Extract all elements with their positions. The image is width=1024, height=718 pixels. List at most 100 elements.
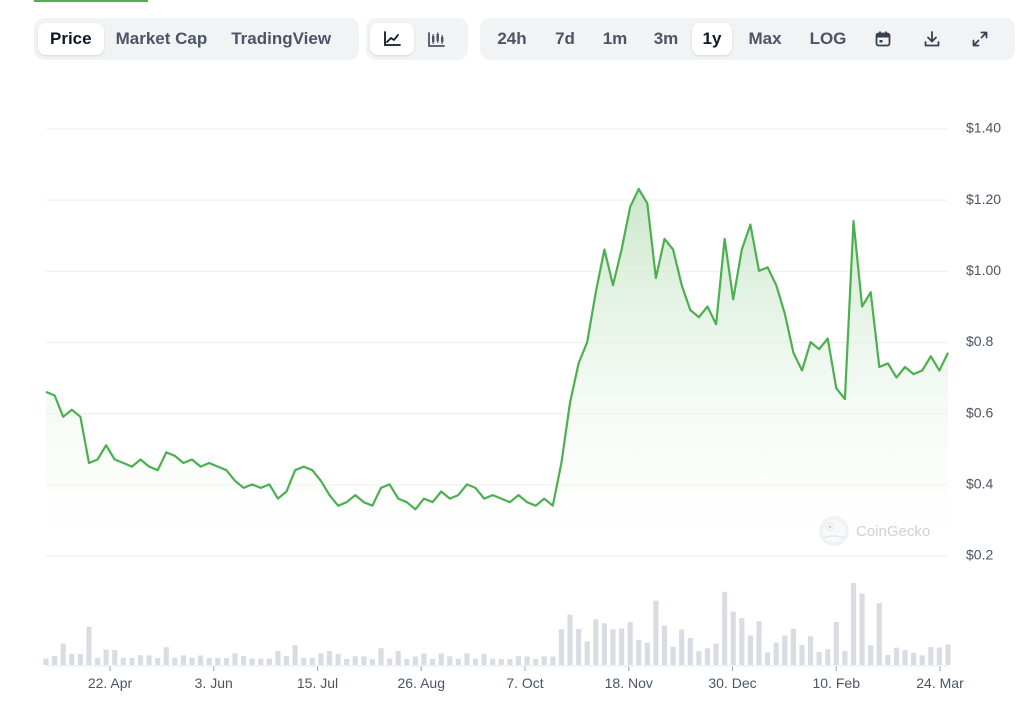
- volume-bar: [765, 652, 771, 665]
- volume-bar: [369, 659, 376, 665]
- volume-bars: [43, 583, 951, 665]
- volume-bar: [481, 653, 487, 665]
- volume-bar: [524, 656, 530, 665]
- volume-bar: [533, 659, 539, 665]
- y-tick-label: $0.6: [966, 404, 993, 420]
- y-tick-label: $1.00: [966, 262, 1001, 278]
- volume-bar: [395, 651, 401, 665]
- volume-bar: [627, 622, 633, 665]
- volume-bar: [610, 629, 616, 665]
- volume-bar: [301, 658, 307, 665]
- volume-bar: [60, 643, 66, 665]
- y-tick-label: $0.4: [966, 476, 993, 492]
- volume-bar: [464, 653, 470, 665]
- x-tick-label: 10. Feb: [813, 675, 861, 691]
- volume-bar: [180, 655, 187, 665]
- volume-bar: [189, 657, 195, 665]
- volume-bar: [223, 658, 229, 665]
- volume-bar: [782, 635, 788, 665]
- volume-bar: [885, 655, 891, 665]
- volume-bar: [679, 629, 685, 665]
- y-tick-label: $0.2: [966, 547, 993, 563]
- watermark-text: CoinGecko: [856, 523, 930, 540]
- volume-bar: [515, 656, 522, 665]
- volume-bar: [438, 653, 444, 665]
- volume-bar: [137, 655, 144, 665]
- volume-bar: [584, 641, 590, 665]
- volume-bar: [576, 629, 582, 665]
- volume-bar: [790, 628, 796, 665]
- volume-bar: [387, 658, 393, 665]
- volume-bar: [507, 659, 513, 665]
- volume-bar: [773, 642, 779, 665]
- price-chart: $0.2 $0.4 $0.6 $0.8 $1.00 $1.20 $1.40 22. Apr 3…: [43, 120, 1001, 691]
- x-tick-label: 22. Apr: [88, 675, 133, 691]
- volume-bar: [275, 651, 281, 665]
- volume-bar: [326, 651, 333, 665]
- volume-bar: [309, 658, 315, 665]
- volume-bar: [69, 653, 75, 665]
- volume-bar: [876, 603, 882, 665]
- volume-bar: [335, 653, 341, 665]
- volume-bar: [833, 622, 839, 665]
- price-area-fill: [46, 189, 948, 558]
- volume-bar: [455, 658, 461, 665]
- volume-bar: [77, 654, 83, 665]
- volume-bar: [558, 629, 565, 665]
- volume-bar: [722, 591, 728, 665]
- volume-bar: [919, 655, 925, 665]
- volume-bar: [404, 659, 410, 665]
- volume-bar: [601, 623, 607, 665]
- volume-bar: [945, 644, 951, 665]
- volume-bar: [868, 645, 874, 665]
- volume-bar: [644, 642, 650, 665]
- volume-bar: [936, 647, 942, 665]
- volume-bar: [43, 658, 49, 665]
- volume-bar: [292, 645, 298, 665]
- x-tick-label: 7. Oct: [506, 675, 543, 691]
- volume-bar: [911, 652, 917, 665]
- volume-bar: [807, 636, 814, 665]
- volume-bar: [215, 658, 221, 665]
- volume-bar: [541, 656, 547, 665]
- y-axis: $0.2 $0.4 $0.6 $0.8 $1.00 $1.20 $1.40: [966, 120, 1001, 563]
- volume-bar: [756, 621, 762, 665]
- volume-bar: [850, 583, 857, 665]
- volume-bar: [249, 658, 255, 665]
- volume-bar: [258, 658, 264, 665]
- volume-bar: [206, 657, 212, 665]
- volume-bar: [283, 656, 290, 665]
- volume-bar: [86, 626, 92, 665]
- y-tick-label: $1.40: [966, 120, 1001, 136]
- volume-bar: [498, 658, 504, 665]
- volume-bar: [155, 658, 161, 665]
- volume-bar: [412, 656, 418, 665]
- volume-bar: [198, 655, 204, 665]
- volume-bar: [52, 656, 58, 665]
- volume-bar: [653, 600, 659, 665]
- volume-bar: [120, 657, 126, 665]
- volume-bar: [421, 653, 427, 665]
- volume-bar: [146, 655, 152, 665]
- x-tick-label: 18. Nov: [605, 675, 653, 691]
- x-tick-label: 26. Aug: [398, 675, 446, 691]
- volume-bar: [567, 614, 573, 665]
- volume-bar: [687, 638, 693, 665]
- volume-bar: [550, 656, 556, 665]
- volume-bar: [842, 650, 848, 665]
- volume-bar: [232, 653, 238, 665]
- volume-bar: [318, 653, 324, 665]
- volume-bar: [799, 644, 805, 665]
- volume-bar: [859, 593, 865, 665]
- volume-bar: [618, 628, 625, 665]
- volume-bar: [447, 656, 453, 665]
- volume-bar: [352, 656, 358, 665]
- volume-bar: [593, 619, 599, 665]
- volume-bar: [472, 658, 479, 665]
- volume-bar: [636, 639, 642, 665]
- volume-bar: [163, 647, 169, 665]
- x-axis: 22. Apr 3. Jun 15. Jul 26. Aug 7. Oct 18. Nov…: [46, 665, 964, 691]
- x-tick-label: 15. Jul: [297, 675, 338, 691]
- volume-bar: [713, 643, 719, 665]
- volume-bar: [129, 658, 135, 665]
